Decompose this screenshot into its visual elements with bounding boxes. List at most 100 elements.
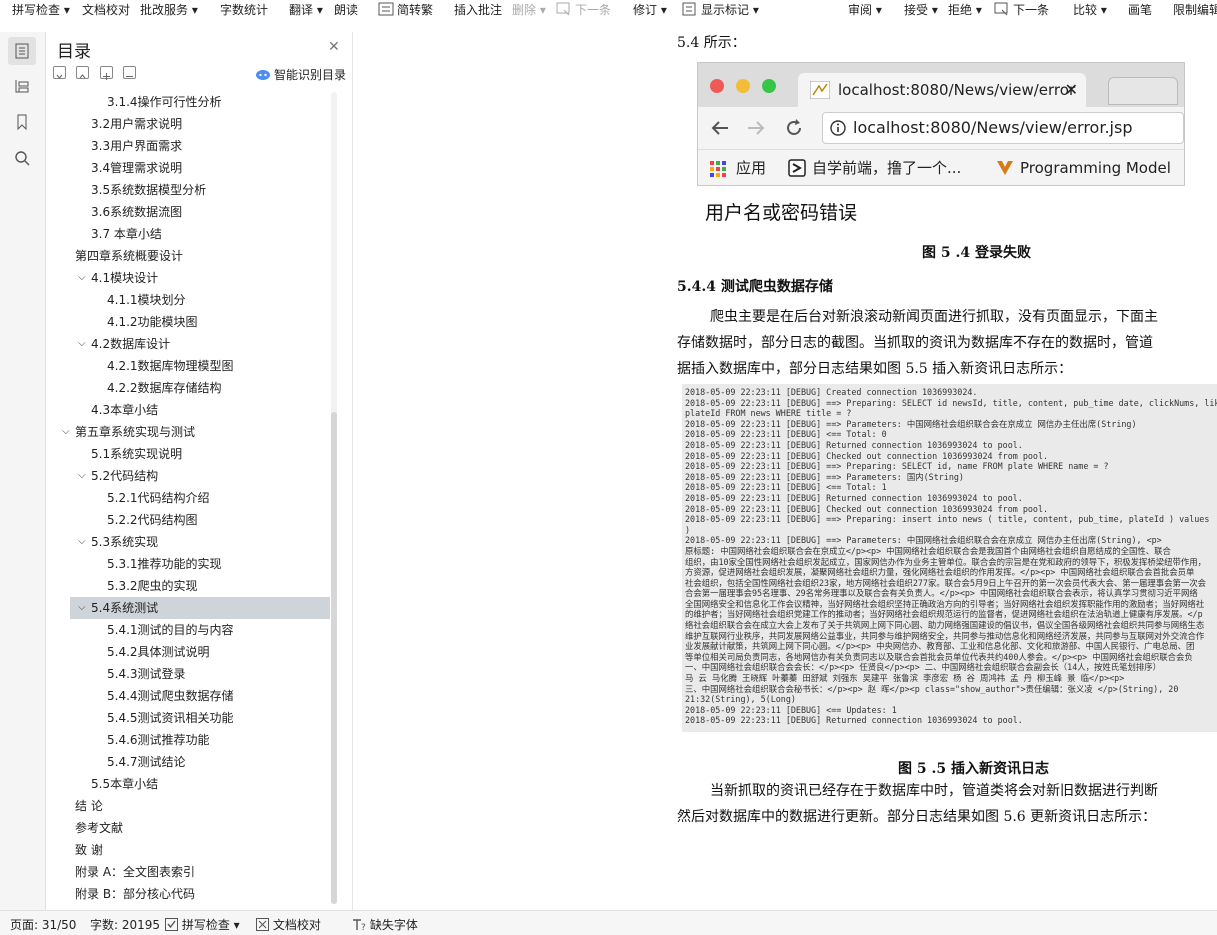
toc-item[interactable]: 致 谢 — [47, 839, 327, 861]
next-comment-button[interactable]: 下一条 — [556, 2, 611, 18]
toc-item[interactable]: ⌵ 第五章系统实现与测试 — [47, 421, 327, 443]
toc-item[interactable]: 3.5系统数据模型分析 — [47, 179, 327, 201]
toc-item[interactable]: 3.7 本章小结 — [47, 223, 327, 245]
delete-button[interactable]: 删除 ▾ — [512, 2, 546, 18]
expand-up-icon[interactable] — [76, 66, 89, 79]
next-change-button[interactable]: 下一条 — [994, 2, 1049, 18]
browser-bookmarks-bar: 应用 自学前端，撸了一个... Programming Model — [698, 149, 1184, 185]
bookmark-button[interactable] — [8, 108, 36, 136]
toc-item[interactable]: 4.2.1数据库物理模型图 — [47, 355, 327, 377]
smart-toc-button[interactable]: 智能识别目录 — [255, 66, 346, 83]
word-count-indicator[interactable]: 字数: 20195 — [90, 916, 160, 933]
window-controls-icon — [710, 79, 776, 93]
chevron-down-icon[interactable]: ⌵ — [62, 421, 70, 443]
doc-proof-button[interactable]: 文档校对 — [82, 2, 130, 18]
figure-browser-screenshot: localhost:8080/News/view/error ✕ localho… — [697, 62, 1185, 186]
log-line: 2018-05-09 22:23:11 [DEBUG] Returned con… — [685, 492, 1023, 503]
chevron-down-icon[interactable]: ⌵ — [78, 267, 86, 289]
toc-item[interactable]: ⌵ 4.2数据库设计 — [47, 333, 327, 355]
toc-item[interactable]: 5.2.2代码结构图 — [47, 509, 327, 531]
read-aloud-button[interactable]: 朗读 — [334, 2, 358, 18]
simp-trad-button[interactable]: 简转繁 — [378, 2, 433, 18]
toc-item-label: 5.4.4测试爬虫数据存储 — [107, 689, 234, 703]
restrict-edit-button[interactable]: 限制编辑 — [1173, 2, 1217, 18]
simp-trad-icon — [378, 2, 394, 16]
paragraph-line: 存储数据时，部分日志的截图。当抓取的资讯为数据库不存在的数据时，管道 — [677, 335, 1153, 351]
log-line: 等单位相关司局负责同志，各地网信办有关负责同志以及联合会首批会员单位代表共约40… — [685, 651, 1193, 662]
log-line: 合会第一届理事会95名理事、29名常务理事以及联合会有关负责人。</p><p> … — [685, 588, 1198, 599]
toc-item[interactable]: 5.3.2爬虫的实现 — [47, 575, 327, 597]
search-button[interactable] — [8, 144, 36, 172]
pen-button[interactable]: 画笔 — [1128, 2, 1152, 18]
toc-item[interactable]: 5.4.1测试的目的与内容 — [47, 619, 327, 641]
chevron-down-icon[interactable]: ⌵ — [78, 333, 86, 355]
toc-item[interactable]: 5.4.6测试推荐功能 — [47, 729, 327, 751]
log-line: 2018-05-09 22:23:11 [DEBUG] ==> Paramete… — [685, 535, 1162, 546]
page-indicator[interactable]: 页面: 31/50 — [10, 916, 76, 933]
spell-check-status[interactable]: 拼写检查 ▾ — [165, 916, 240, 933]
toc-item[interactable]: 4.3本章小结 — [47, 399, 327, 421]
translate-button[interactable]: 翻译 ▾ — [289, 2, 323, 18]
toc-item[interactable]: ⌵ 5.3系统实现 — [47, 531, 327, 553]
remove-heading-icon[interactable] — [123, 66, 136, 79]
insert-comment-button[interactable]: 插入批注 — [454, 2, 502, 18]
show-marks-button[interactable]: 显示标记 ▾ — [682, 2, 759, 18]
chevron-down-icon[interactable]: ⌵ — [78, 531, 86, 553]
toc-item[interactable]: 4.2.2数据库存储结构 — [47, 377, 327, 399]
toc-item[interactable]: 5.2.1代码结构介绍 — [47, 487, 327, 509]
toc-item-label: 4.2数据库设计 — [91, 337, 171, 351]
revise-button[interactable]: 修订 ▾ — [633, 2, 667, 18]
toc-item[interactable]: 5.3.1推荐功能的实现 — [47, 553, 327, 575]
toc-item[interactable]: 参考文献 — [47, 817, 327, 839]
batch-service-button[interactable]: 批改服务 ▾ — [140, 2, 198, 18]
toc-item-label: 3.3用户界面需求 — [91, 139, 183, 153]
proof-icon — [256, 918, 269, 931]
word-count-button[interactable]: 字数统计 — [220, 2, 268, 18]
spell-check-button[interactable]: 拼写检查 ▾ — [12, 2, 70, 18]
toc-item[interactable]: 附录 A：全文图表索引 — [47, 861, 327, 883]
toc-item[interactable]: 5.1系统实现说明 — [47, 443, 327, 465]
collapse-all-icon[interactable] — [53, 66, 66, 79]
toc-item[interactable]: ⌵ 5.4系统测试 — [70, 597, 330, 619]
toc-item[interactable]: 3.3用户界面需求 — [47, 135, 327, 157]
paragraph-line: 据插入数据库中，部分日志结果如图 5.5 插入新资讯日志所示： — [677, 361, 1073, 377]
review-button[interactable]: 审阅 ▾ — [848, 2, 882, 18]
toc-item-label: 5.2.1代码结构介绍 — [107, 491, 210, 505]
toc-scrollbar-thumb[interactable] — [331, 412, 337, 904]
log-line: 全国网络安全和信息化工作会议精神，当好网络社会组织坚持正确政治方向的引导者；当好… — [685, 598, 1205, 609]
doc-proof-status[interactable]: 文档校对 — [256, 916, 321, 933]
toc-item[interactable]: 5.4.2具体测试说明 — [47, 641, 327, 663]
toc-item[interactable]: ⌵ 5.2代码结构 — [47, 465, 327, 487]
toc-item-label: 4.1模块设计 — [91, 271, 159, 285]
toc-item[interactable]: 5.5本章小结 — [47, 773, 327, 795]
add-heading-icon[interactable] — [100, 66, 113, 80]
missing-font-status[interactable]: ? 缺失字体 — [352, 916, 418, 933]
log-line: 马 云 马化腾 王晓辉 叶蓁蓁 田舒斌 刘强东 吴建平 张鲁滨 李彦宏 杨 谷 … — [685, 673, 1125, 684]
toc-item[interactable]: 4.1.1模块划分 — [47, 289, 327, 311]
chapter-nav-button[interactable] — [8, 72, 36, 100]
toc-item[interactable]: 3.1.4操作可行性分析 — [47, 91, 327, 113]
toc-item-label: 4.2.2数据库存储结构 — [107, 381, 222, 395]
toc-item[interactable]: ⌵ 第四章系统概要设计 — [47, 245, 327, 267]
toc-item[interactable]: 3.2用户需求说明 — [47, 113, 327, 135]
compare-button[interactable]: 比较 ▾ — [1073, 2, 1107, 18]
toc-item-label: 5.5本章小结 — [91, 777, 159, 791]
toc-item[interactable]: 附录 B：部分核心代码 — [47, 883, 327, 905]
toc-item[interactable]: 5.4.3测试登录 — [47, 663, 327, 685]
toc-item[interactable]: 结 论 — [47, 795, 327, 817]
reject-button[interactable]: 拒绝 ▾ — [948, 2, 982, 18]
toc-item[interactable]: 5.4.5测试资讯相关功能 — [47, 707, 327, 729]
toc-item[interactable]: ⌵ 4.1模块设计 — [47, 267, 327, 289]
toc-panel-button[interactable] — [8, 37, 36, 65]
toc-item[interactable]: 5.4.4测试爬虫数据存储 — [47, 685, 327, 707]
toc-item[interactable]: 3.6系统数据流图 — [47, 201, 327, 223]
accept-button[interactable]: 接受 ▾ — [904, 2, 938, 18]
close-icon[interactable]: ✕ — [328, 39, 340, 55]
forward-arrow-icon — [748, 121, 765, 135]
toc-item[interactable]: 3.4管理需求说明 — [47, 157, 327, 179]
back-arrow-icon — [711, 121, 728, 135]
toc-item[interactable]: 5.4.7测试结论 — [47, 751, 327, 773]
toc-item[interactable]: 4.1.2功能模块图 — [47, 311, 327, 333]
chevron-down-icon[interactable]: ⌵ — [78, 597, 86, 619]
chevron-down-icon[interactable]: ⌵ — [78, 465, 86, 487]
